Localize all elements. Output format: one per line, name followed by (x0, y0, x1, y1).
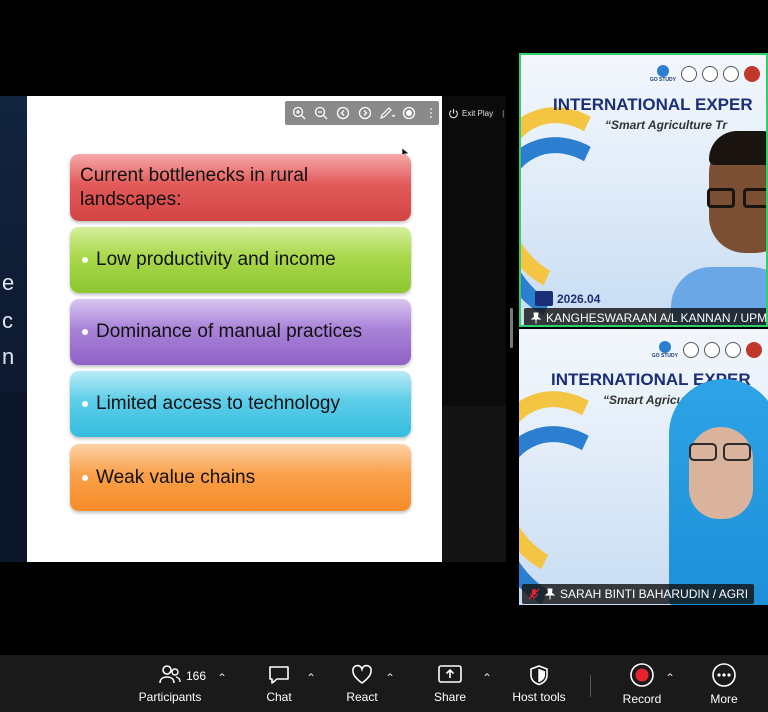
unesco-logo-icon (681, 66, 697, 82)
zoom-out-icon[interactable] (312, 104, 329, 122)
pin-icon (544, 588, 556, 600)
heart-icon (352, 664, 372, 684)
power-icon (449, 108, 458, 118)
banner-date: 2026.04 (535, 291, 600, 306)
centre-logo-icon (725, 342, 741, 358)
host-tools-button[interactable]: Host tools (508, 655, 570, 712)
go-study-logo: GO STUDY (652, 341, 678, 359)
share-screen-icon (438, 664, 462, 683)
shield-icon (530, 664, 548, 685)
bullet-dot (82, 401, 88, 407)
participant-name: KANGHESWARAAN A/L KANNAN / UPM (546, 311, 768, 325)
more-vertical-icon[interactable] (422, 104, 439, 122)
exit-play-label: Exit Play (462, 108, 494, 118)
toolbar-divider (590, 675, 591, 697)
participant-face (689, 427, 753, 519)
more-icon (712, 662, 736, 687)
bullet-box: Dominance of manual practices (70, 299, 411, 365)
muted-mic-icon (528, 588, 540, 600)
glasses-shape (707, 188, 766, 212)
dark-pane-lower (442, 406, 506, 562)
zoom-in-icon[interactable] (290, 104, 307, 122)
presentation-dark-pane (442, 96, 506, 562)
building-icon (535, 291, 553, 306)
bullet-box: Weak value chains (70, 444, 411, 511)
slide-heading: Current bottlenecks in rural landscapes: (80, 164, 309, 210)
record-button[interactable]: Record (620, 655, 664, 712)
bullet-dot (82, 474, 88, 481)
chevron-up-icon[interactable]: ⌃ (306, 671, 316, 685)
react-label: React (346, 689, 378, 704)
chevron-up-icon[interactable]: ⌃ (217, 671, 227, 685)
chevron-up-icon[interactable]: ⌃ (482, 671, 492, 685)
partial-text-fragment: e (2, 270, 15, 295)
share-label: Share (433, 689, 467, 704)
more-button[interactable]: More (703, 655, 745, 712)
bullet-dot (82, 257, 88, 263)
participant-name-bar: SARAH BINTI BAHARUDIN / AGRI (522, 584, 755, 604)
participants-label: Participants (138, 689, 202, 704)
previous-slide-icon[interactable] (334, 104, 351, 122)
bullet-dot (82, 329, 88, 335)
banner-subtitle: “Smart Agricu (603, 393, 684, 407)
next-slide-icon[interactable] (356, 104, 373, 122)
banner-subtitle: “Smart Agriculture Tr (605, 118, 728, 132)
record-icon (630, 662, 654, 687)
gear-logo-icon (746, 342, 762, 358)
go-study-logo: GO STUDY (650, 65, 676, 83)
meeting-toolbar: Participants 166 ⌃ Chat ⌃ React ⌃ Share … (0, 655, 768, 712)
chevron-up-icon[interactable]: ⌃ (385, 671, 395, 685)
video-tile[interactable]: GO STUDY INTERNATIONAL EXPER “Smart Agri… (519, 329, 768, 605)
chat-label: Chat (266, 689, 292, 704)
glasses-shape (689, 443, 755, 463)
pin-icon (530, 312, 542, 324)
chat-icon (269, 665, 289, 684)
partial-text-fragment: c (2, 308, 13, 333)
centre-logo-icon (723, 66, 739, 82)
strip-dark-block (0, 392, 27, 562)
more-label: More (710, 691, 738, 706)
bullet-text: Weak value chains (96, 466, 256, 488)
bullet-text: Low productivity and income (96, 249, 336, 270)
bullet-text: Limited access to technology (96, 393, 340, 414)
participant-name: SARAH BINTI BAHARUDIN / AGRI (560, 587, 749, 601)
partial-text-fragment: n (2, 344, 15, 369)
banner-logos: GO STUDY (650, 65, 760, 83)
bullet-text: Dominance of manual practices (96, 321, 363, 342)
chat-button[interactable]: Chat (258, 655, 300, 712)
participant-name-bar: KANGHESWARAAN A/L KANNAN / UPM (524, 308, 768, 325)
participants-icon (159, 664, 181, 683)
seal-logo-icon (702, 66, 718, 82)
slide-heading-box: Current bottlenecks in rural landscapes: (70, 154, 411, 221)
gear-logo-icon (744, 66, 760, 82)
shared-screen-left-edge: e c n (0, 96, 27, 562)
react-button[interactable]: React (341, 655, 383, 712)
record-label: Record (622, 691, 662, 706)
seal-logo-icon (704, 342, 720, 358)
chevron-up-icon[interactable]: ⌃ (665, 671, 675, 685)
divider: | (502, 108, 505, 118)
bullet-box: Limited access to technology (70, 371, 411, 437)
record-dot-icon[interactable] (400, 104, 417, 122)
splitter-handle[interactable] (510, 308, 513, 348)
host-tools-label: Host tools (512, 689, 566, 704)
bullet-box: Low productivity and income (70, 227, 411, 293)
exit-play-button[interactable]: Exit Play | (448, 104, 504, 122)
banner-title: INTERNATIONAL EXPER (553, 95, 753, 114)
pen-icon[interactable] (378, 104, 395, 122)
share-button[interactable]: Share (429, 655, 471, 712)
participants-count: 166 (186, 669, 207, 683)
banner-logos: GO STUDY (652, 341, 762, 359)
video-tile-active-speaker[interactable]: GO STUDY INTERNATIONAL EXPER “Smart Agri… (519, 53, 768, 327)
unesco-logo-icon (683, 342, 699, 358)
participants-button[interactable]: Participants (134, 655, 206, 712)
presentation-toolbar (285, 101, 439, 125)
